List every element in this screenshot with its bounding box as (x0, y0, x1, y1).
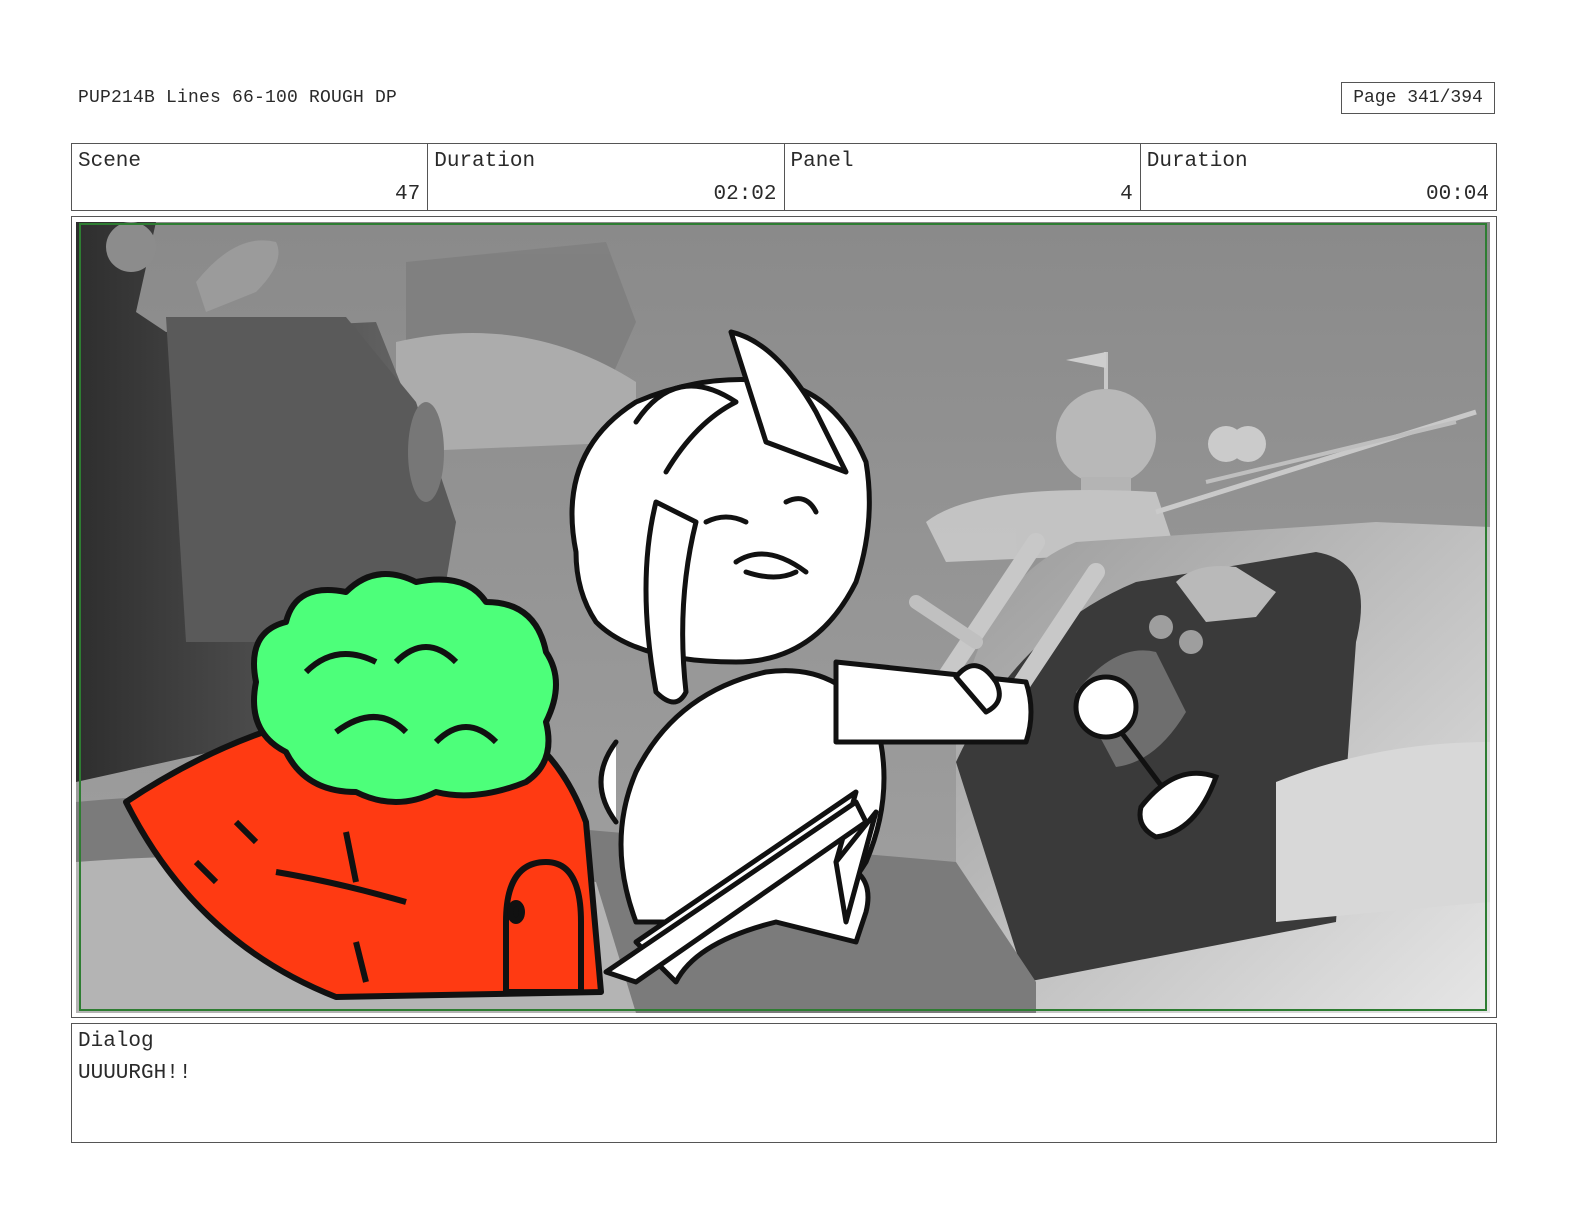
panel-label: Panel (790, 150, 854, 173)
storyboard-drawing (76, 222, 1490, 1013)
scene-label: Scene (78, 150, 142, 173)
scene-duration-cell: Duration 02:02 (428, 144, 785, 210)
scene-value: 47 (395, 183, 421, 206)
panel-cell: Panel 4 (785, 144, 1141, 210)
dialog-label: Dialog (78, 1030, 154, 1053)
dashboard (956, 522, 1490, 1013)
dialog-box: Dialog UUUURGH!! (71, 1023, 1497, 1143)
panel-value: 4 (1120, 183, 1133, 206)
panel-info-row: Scene 47 Duration 02:02 Panel 4 Duration… (71, 143, 1497, 211)
carrot-top (251, 571, 559, 805)
storyboard-panel-image (76, 222, 1490, 1013)
scene-duration-label: Duration (434, 150, 536, 173)
scene-cell: Scene 47 (72, 144, 429, 210)
page-number: Page 341/394 (1341, 82, 1495, 114)
panel-duration-cell: Duration 00:04 (1141, 144, 1496, 210)
panel-duration-value: 00:04 (1425, 183, 1489, 206)
scene-duration-value: 02:02 (713, 183, 777, 206)
panel-duration-label: Duration (1146, 150, 1248, 173)
document-title: PUP214B Lines 66-100 ROUGH DP (78, 88, 398, 108)
dialog-text: UUUURGH!! (78, 1062, 192, 1085)
